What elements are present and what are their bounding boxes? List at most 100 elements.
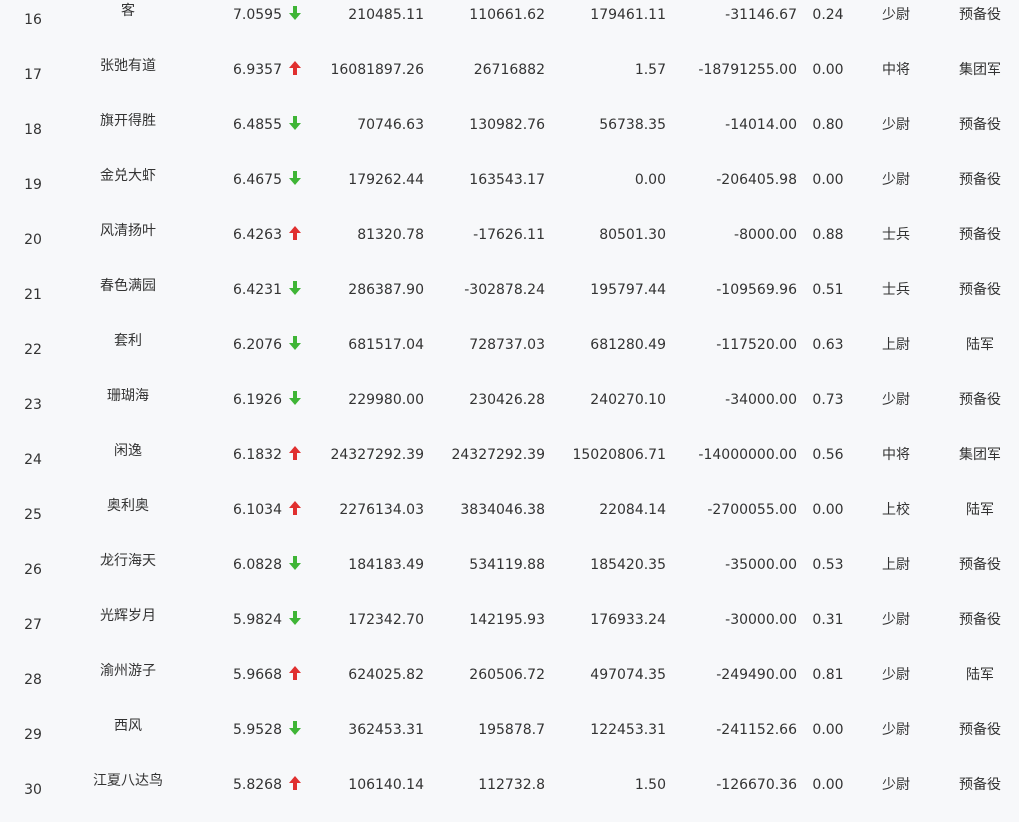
arrow-up-icon — [289, 501, 303, 517]
corps-cell: 预备役 — [959, 777, 1001, 793]
corps-cell: 预备役 — [959, 282, 1001, 298]
value-4-cell: -14014.00 — [725, 117, 797, 133]
rank-title-cell: 少尉 — [882, 392, 910, 408]
corps-cell: 预备役 — [959, 7, 1001, 23]
value-3-cell: 122453.31 — [590, 722, 666, 738]
name-cell[interactable]: 光辉岁月 — [60, 608, 196, 624]
value-4-cell: -206405.98 — [716, 172, 797, 188]
rank-cell: 16 — [24, 12, 42, 28]
arrow-up-icon — [289, 226, 303, 242]
ratio-cell: 0.00 — [812, 172, 844, 188]
corps-cell: 预备役 — [959, 557, 1001, 573]
rank-title-cell: 上校 — [882, 502, 910, 518]
name-cell[interactable]: 闲逸 — [60, 443, 196, 459]
corps-cell: 陆军 — [966, 502, 994, 518]
table-row[interactable]: 26 龙行海天 6.0828 184183.49 534119.88 185420.35 -… — [0, 547, 1019, 602]
table-row[interactable]: 25 奥利奥 6.1034 2276134.03 3834046.38 22084.14 -… — [0, 492, 1019, 547]
value-4-cell: -18791255.00 — [698, 62, 797, 78]
score-cell: 5.9668 — [233, 667, 282, 683]
ratio-cell: 0.51 — [812, 282, 844, 298]
score-cell: 6.1832 — [233, 447, 282, 463]
score-cell: 6.9357 — [233, 62, 282, 78]
table-row[interactable]: 30 江夏八达鸟 5.8268 106140.14 112732.8 1.50 -12667… — [0, 767, 1019, 822]
arrow-down-icon — [289, 171, 303, 187]
name-cell[interactable]: 金兑大虾 — [60, 168, 196, 184]
table-row[interactable]: 21 春色满园 6.4231 286387.90 -302878.24 195797.44… — [0, 272, 1019, 327]
value-3-cell: 15020806.71 — [572, 447, 666, 463]
name-cell[interactable]: 江夏八达鸟 — [60, 773, 196, 789]
value-1-cell: 24327292.39 — [330, 447, 424, 463]
rank-title-cell: 中将 — [882, 447, 910, 463]
name-cell[interactable]: 西风 — [60, 718, 196, 734]
score-cell: 6.4855 — [233, 117, 282, 133]
table-row[interactable]: 16 客 7.0595 210485.11 110661.62 179461.11 -311… — [0, 0, 1019, 52]
ratio-cell: 0.00 — [812, 62, 844, 78]
value-2-cell: 3834046.38 — [460, 502, 545, 518]
score-cell: 5.9528 — [233, 722, 282, 738]
rank-cell: 18 — [24, 122, 42, 138]
score-cell: 6.4231 — [233, 282, 282, 298]
rank-title-cell: 中将 — [882, 62, 910, 78]
value-4-cell: -35000.00 — [725, 557, 797, 573]
value-3-cell: 80501.30 — [599, 227, 666, 243]
table-row[interactable]: 22 套利 6.2076 681517.04 728737.03 681280.49 -11… — [0, 327, 1019, 382]
value-1-cell: 81320.78 — [357, 227, 424, 243]
arrow-up-icon — [289, 776, 303, 792]
ranking-table: 16 客 7.0595 210485.11 110661.62 179461.11 -311… — [0, 0, 1019, 817]
value-1-cell: 362453.31 — [348, 722, 424, 738]
table-row[interactable]: 24 闲逸 6.1832 24327292.39 24327292.39 15020806… — [0, 437, 1019, 492]
ratio-cell: 0.56 — [812, 447, 844, 463]
value-2-cell: 112732.8 — [478, 777, 545, 793]
name-cell[interactable]: 风清扬叶 — [60, 223, 196, 239]
rank-title-cell: 少尉 — [882, 117, 910, 133]
table-row[interactable]: 29 西风 5.9528 362453.31 195878.7 122453.31 -241… — [0, 712, 1019, 767]
rank-cell: 24 — [24, 452, 42, 468]
name-cell[interactable]: 套利 — [60, 333, 196, 349]
value-2-cell: 728737.03 — [469, 337, 545, 353]
name-cell[interactable]: 龙行海天 — [60, 553, 196, 569]
value-4-cell: -241152.66 — [716, 722, 797, 738]
ratio-cell: 0.53 — [812, 557, 844, 573]
name-cell[interactable]: 渝州游子 — [60, 663, 196, 679]
rank-title-cell: 少尉 — [882, 722, 910, 738]
name-cell[interactable]: 旗开得胜 — [60, 113, 196, 129]
name-cell[interactable]: 张弛有道 — [60, 58, 196, 74]
name-cell[interactable]: 客 — [60, 3, 196, 19]
table-row[interactable]: 17 张弛有道 6.9357 16081897.26 26716882 1.57 -1879… — [0, 52, 1019, 107]
value-2-cell: 230426.28 — [469, 392, 545, 408]
value-2-cell: 24327292.39 — [451, 447, 545, 463]
corps-cell: 预备役 — [959, 722, 1001, 738]
ratio-cell: 0.00 — [812, 722, 844, 738]
rank-cell: 21 — [24, 287, 42, 303]
table-row[interactable]: 19 金兑大虾 6.4675 179262.44 163543.17 0.00 -20640… — [0, 162, 1019, 217]
value-1-cell: 70746.63 — [357, 117, 424, 133]
value-4-cell: -31146.67 — [725, 7, 797, 23]
table-row[interactable]: 18 旗开得胜 6.4855 70746.63 130982.76 56738.35 -14… — [0, 107, 1019, 162]
rank-cell: 20 — [24, 232, 42, 248]
value-1-cell: 2276134.03 — [339, 502, 424, 518]
table-row[interactable]: 27 光辉岁月 5.9824 172342.70 142195.93 176933.24 -… — [0, 602, 1019, 657]
value-3-cell: 185420.35 — [590, 557, 666, 573]
name-cell[interactable]: 春色满园 — [60, 278, 196, 294]
arrow-down-icon — [289, 281, 303, 297]
value-2-cell: 110661.62 — [469, 7, 545, 23]
rank-title-cell: 少尉 — [882, 7, 910, 23]
rank-title-cell: 上尉 — [882, 337, 910, 353]
name-cell[interactable]: 珊瑚海 — [60, 388, 196, 404]
table-row[interactable]: 23 珊瑚海 6.1926 229980.00 230426.28 240270.10 -3… — [0, 382, 1019, 437]
name-cell[interactable]: 奥利奥 — [60, 498, 196, 514]
value-1-cell: 681517.04 — [348, 337, 424, 353]
rank-title-cell: 少尉 — [882, 777, 910, 793]
table-row[interactable]: 20 风清扬叶 6.4263 81320.78 -17626.11 80501.30 -80… — [0, 217, 1019, 272]
corps-cell: 预备役 — [959, 392, 1001, 408]
arrow-down-icon — [289, 721, 303, 737]
rank-cell: 26 — [24, 562, 42, 578]
ratio-cell: 0.24 — [812, 7, 844, 23]
rank-cell: 29 — [24, 727, 42, 743]
rank-cell: 28 — [24, 672, 42, 688]
score-cell: 7.0595 — [233, 7, 282, 23]
table-row[interactable]: 28 渝州游子 5.9668 624025.82 260506.72 497074.35 -… — [0, 657, 1019, 712]
value-4-cell: -2700055.00 — [707, 502, 797, 518]
ratio-cell: 0.80 — [812, 117, 844, 133]
corps-cell: 预备役 — [959, 227, 1001, 243]
